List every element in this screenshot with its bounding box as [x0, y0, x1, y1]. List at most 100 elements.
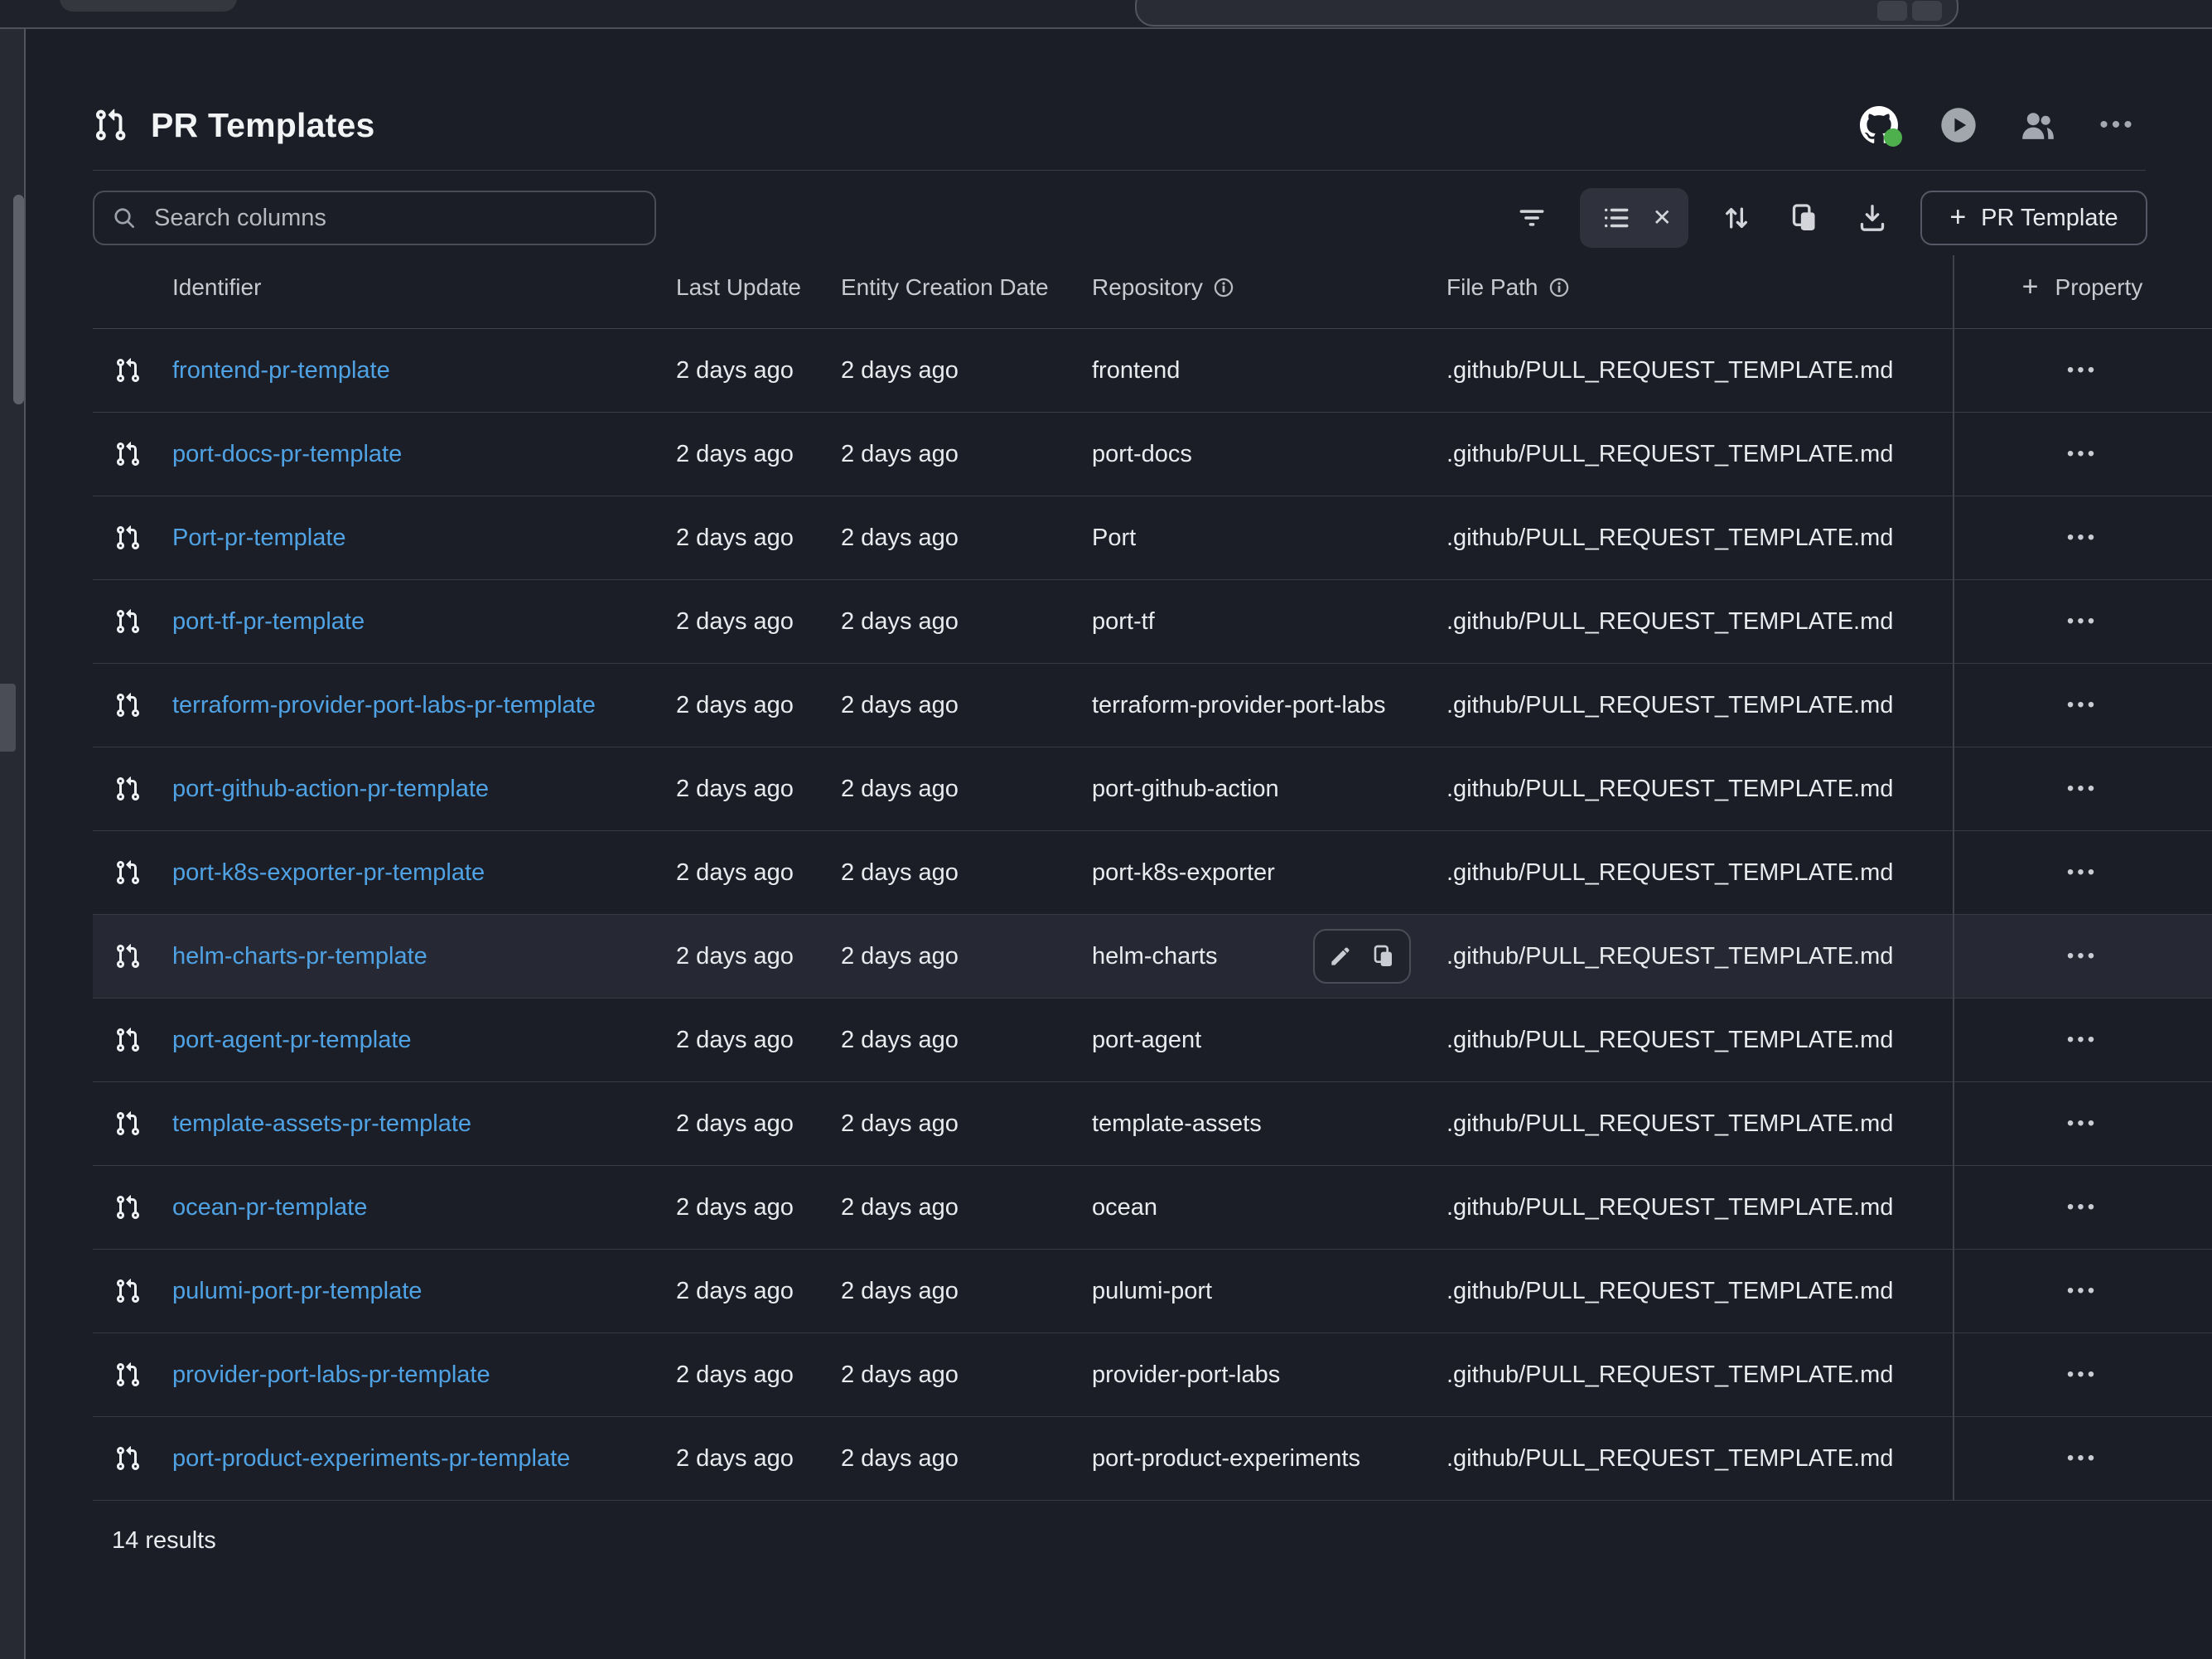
identifier-link[interactable]: helm-charts-pr-template	[172, 943, 676, 970]
run-button[interactable]	[1939, 105, 1978, 145]
shortcut-keycap	[1912, 1, 1942, 21]
creation-date-cell: 2 days ago	[841, 525, 1092, 552]
screen: PR Templates	[0, 0, 2212, 1659]
table-row[interactable]: terraform-provider-port-labs-pr-template…	[93, 664, 2212, 747]
search-icon	[111, 205, 138, 231]
download-button[interactable]	[1852, 198, 1892, 238]
row-actions-ellipsis[interactable]: •••	[2067, 360, 2098, 380]
row-actions-ellipsis[interactable]: •••	[2067, 612, 2098, 631]
row-actions-ellipsis[interactable]: •••	[2067, 1281, 2098, 1301]
search-columns-box[interactable]	[93, 191, 656, 245]
repository-cell: port-tf	[1092, 608, 1446, 636]
last-update-cell: 2 days ago	[676, 1445, 841, 1473]
github-integration-button[interactable]	[1859, 105, 1899, 145]
table-row[interactable]: ocean-pr-template 2 days ago 2 days ago …	[93, 1166, 2212, 1250]
identifier-link[interactable]: port-product-experiments-pr-template	[172, 1445, 676, 1473]
last-update-cell: 2 days ago	[676, 1362, 841, 1389]
scrollbar-thumb[interactable]	[13, 195, 24, 404]
creation-date-cell: 2 days ago	[841, 692, 1092, 719]
row-actions-ellipsis[interactable]: •••	[2067, 1449, 2098, 1468]
filter-icon	[1516, 202, 1548, 234]
row-actions-ellipsis[interactable]: •••	[2067, 946, 2098, 966]
info-icon[interactable]	[1548, 277, 1570, 298]
table-row[interactable]: Port-pr-template 2 days ago 2 days ago P…	[93, 496, 2212, 580]
sort-button[interactable]	[1717, 198, 1756, 238]
identifier-link[interactable]: port-k8s-exporter-pr-template	[172, 859, 676, 887]
identifier-link[interactable]: port-docs-pr-template	[172, 441, 676, 468]
row-actions-ellipsis[interactable]: •••	[2067, 1197, 2098, 1217]
filter-button[interactable]	[1512, 198, 1552, 238]
copy-icon	[1370, 943, 1397, 970]
table-header-row: Identifier Last Update Entity Creation D…	[93, 247, 2212, 329]
identifier-link[interactable]: port-tf-pr-template	[172, 608, 676, 636]
plus-icon: +	[2022, 273, 2039, 301]
row-actions-ellipsis[interactable]: •••	[2067, 528, 2098, 548]
last-update-cell: 2 days ago	[676, 1278, 841, 1305]
table-row[interactable]: helm-charts-pr-template 2 days ago 2 day…	[93, 915, 2212, 999]
edit-button[interactable]	[1326, 942, 1355, 970]
row-actions-ellipsis[interactable]: •••	[2067, 444, 2098, 464]
row-actions-ellipsis[interactable]: •••	[2067, 863, 2098, 883]
add-pr-template-button[interactable]: + PR Template	[1920, 191, 2147, 245]
audience-button[interactable]	[2018, 105, 2058, 145]
table-row[interactable]: port-product-experiments-pr-template 2 d…	[93, 1417, 2212, 1501]
table-row[interactable]: frontend-pr-template 2 days ago 2 days a…	[93, 329, 2212, 413]
add-pr-template-label: PR Template	[1981, 205, 2118, 232]
identifier-link[interactable]: port-agent-pr-template	[172, 1027, 676, 1054]
list-view-button[interactable]	[1596, 198, 1636, 238]
table-row[interactable]: port-tf-pr-template 2 days ago 2 days ag…	[93, 580, 2212, 664]
row-actions-ellipsis[interactable]: •••	[2067, 695, 2098, 715]
repository-cell: Port	[1092, 525, 1446, 552]
info-icon[interactable]	[1213, 277, 1234, 298]
row-actions-ellipsis[interactable]: •••	[2067, 1114, 2098, 1134]
table-row[interactable]: port-github-action-pr-template 2 days ag…	[93, 747, 2212, 831]
collapsed-panel-handle[interactable]	[0, 684, 16, 752]
page-header: PR Templates	[26, 29, 2212, 170]
file-path-cell: .github/PULL_REQUEST_TEMPLATE.md	[1446, 692, 1953, 719]
top-left-button[interactable]	[60, 0, 237, 12]
search-columns-input[interactable]	[152, 204, 638, 233]
repository-cell: template-assets	[1092, 1110, 1446, 1138]
toolbar: ✕	[93, 189, 2147, 247]
copy-button[interactable]	[1369, 942, 1398, 970]
table-row[interactable]: pulumi-port-pr-template 2 days ago 2 day…	[93, 1250, 2212, 1333]
row-actions-ellipsis[interactable]: •••	[2067, 779, 2098, 799]
pull-request-icon	[114, 1276, 141, 1306]
status-dot	[1884, 128, 1902, 147]
identifier-link[interactable]: frontend-pr-template	[172, 357, 676, 385]
pull-request-icon	[114, 690, 141, 720]
table-row[interactable]: template-assets-pr-template 2 days ago 2…	[93, 1082, 2212, 1166]
identifier-link[interactable]: template-assets-pr-template	[172, 1110, 676, 1138]
page-more-menu[interactable]: •••	[2098, 105, 2137, 145]
row-actions-ellipsis[interactable]: •••	[2067, 1365, 2098, 1385]
identifier-link[interactable]: ocean-pr-template	[172, 1194, 676, 1221]
global-search-bar[interactable]	[1135, 0, 1958, 27]
add-property-button[interactable]: + Property	[1953, 274, 2212, 301]
file-path-cell: .github/PULL_REQUEST_TEMPLATE.md	[1446, 943, 1953, 970]
creation-date-cell: 2 days ago	[841, 1278, 1092, 1305]
view-mode-pill: ✕	[1580, 188, 1688, 248]
file-path-cell: .github/PULL_REQUEST_TEMPLATE.md	[1446, 525, 1953, 552]
actions-column-divider	[1953, 255, 1954, 1501]
column-header-identifier: Identifier	[172, 274, 676, 301]
copy-view-button[interactable]	[1785, 198, 1824, 238]
identifier-link[interactable]: provider-port-labs-pr-template	[172, 1362, 676, 1389]
table-row[interactable]: provider-port-labs-pr-template 2 days ag…	[93, 1333, 2212, 1417]
creation-date-cell: 2 days ago	[841, 1194, 1092, 1221]
last-update-cell: 2 days ago	[676, 608, 841, 636]
table-row[interactable]: port-docs-pr-template 2 days ago 2 days …	[93, 413, 2212, 496]
repository-cell: port-github-action	[1092, 776, 1446, 803]
identifier-link[interactable]: terraform-provider-port-labs-pr-template	[172, 692, 676, 719]
file-path-cell: .github/PULL_REQUEST_TEMPLATE.md	[1446, 776, 1953, 803]
table-row[interactable]: port-k8s-exporter-pr-template 2 days ago…	[93, 831, 2212, 915]
identifier-link[interactable]: pulumi-port-pr-template	[172, 1278, 676, 1305]
table-row[interactable]: port-agent-pr-template 2 days ago 2 days…	[93, 999, 2212, 1082]
identifier-link[interactable]: Port-pr-template	[172, 525, 676, 552]
clear-view-button[interactable]: ✕	[1653, 206, 1672, 230]
users-icon	[2019, 106, 2057, 144]
identifier-link[interactable]: port-github-action-pr-template	[172, 776, 676, 803]
repository-cell: pulumi-port	[1092, 1278, 1446, 1305]
repository-cell: port-product-experiments	[1092, 1445, 1446, 1473]
creation-date-cell: 2 days ago	[841, 859, 1092, 887]
row-actions-ellipsis[interactable]: •••	[2067, 1030, 2098, 1050]
